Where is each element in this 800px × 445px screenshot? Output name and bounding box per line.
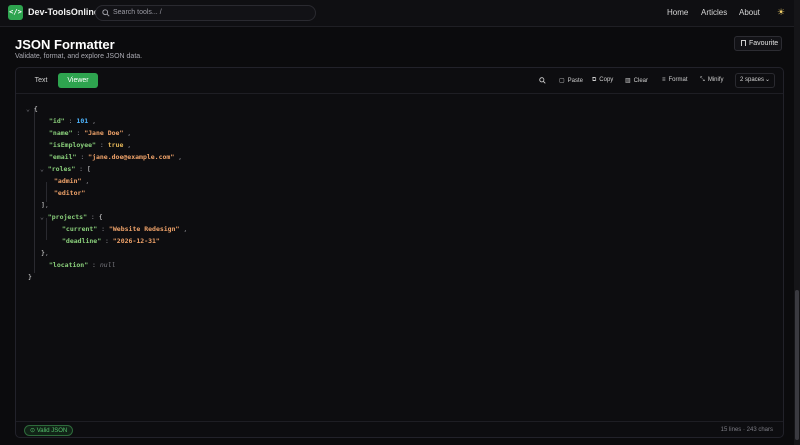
tree-row: "name" : "Jane Doe" , xyxy=(49,129,132,137)
search-icon xyxy=(102,9,110,17)
editor-toolbar: Text Viewer ▢ Paste ⧉ Copy ▥ Clear ≡ Format … xyxy=(16,68,783,94)
page-title: JSON Formatter xyxy=(15,37,115,52)
tree-row[interactable]: ⌄ "projects" : { xyxy=(40,212,103,223)
tree-row[interactable]: ⌄ { xyxy=(26,104,38,115)
search-placeholder: Search tools... / xyxy=(113,9,162,16)
tree-row: "editor" xyxy=(54,189,86,197)
tree-row: "id" : 101 , xyxy=(49,117,96,125)
tree-row: "admin" , xyxy=(54,177,90,185)
clear-button[interactable]: ▥ Clear xyxy=(625,77,648,84)
collapse-toggle-icon[interactable]: ⌄ xyxy=(40,213,44,221)
minify-button[interactable]: ⤡ Minify xyxy=(700,77,723,84)
tree-row: "deadline" : "2026-12-31" xyxy=(62,237,160,245)
nav-articles[interactable]: Articles xyxy=(701,8,727,17)
page-scrollbar[interactable] xyxy=(794,0,800,445)
collapse-toggle-icon[interactable]: ⌄ xyxy=(40,165,44,173)
trash-icon: ▥ xyxy=(625,78,631,84)
tree-row: }, xyxy=(41,249,49,257)
code-logo-icon[interactable]: </> xyxy=(8,5,23,20)
top-navigation-bar: </> Dev-ToolsOnline Search tools... / Ho… xyxy=(0,0,800,27)
json-viewer-panel: Text Viewer ▢ Paste ⧉ Copy ▥ Clear ≡ Format … xyxy=(15,67,784,438)
sun-icon[interactable]: ☀ xyxy=(777,8,786,17)
clipboard-icon: ▢ xyxy=(559,78,565,84)
copy-icon: ⧉ xyxy=(592,77,597,83)
search-icon[interactable] xyxy=(539,77,546,84)
tab-text[interactable]: Text xyxy=(26,74,56,88)
valid-json-badge: ⊙ Valid JSON xyxy=(24,425,74,436)
favourite-label: Favourite xyxy=(749,40,779,47)
tree-row: "isEmployee" : true , xyxy=(49,141,132,149)
status-bar: ⊙ Valid JSON 15 lines · 243 chars xyxy=(16,421,783,437)
collapse-toggle-icon[interactable]: ⌄ xyxy=(26,105,30,113)
tree-row: } xyxy=(28,273,32,281)
scrollbar-thumb[interactable] xyxy=(795,290,799,440)
nav-about[interactable]: About xyxy=(739,8,760,17)
tab-viewer[interactable]: Viewer xyxy=(58,73,98,88)
tree-row: "email" : "jane.doe@example.com" , xyxy=(49,153,183,161)
copy-button[interactable]: ⧉ Copy xyxy=(592,77,613,84)
chevron-down-icon: ⌄ xyxy=(764,77,770,83)
tree-row: ], xyxy=(41,201,49,209)
document-stats: 15 lines · 243 chars xyxy=(720,427,773,433)
tree-row[interactable]: ⌄ "roles" : [ xyxy=(40,164,91,175)
bookmark-icon xyxy=(741,40,746,46)
format-button[interactable]: ≡ Format xyxy=(662,77,688,83)
brand-name[interactable]: Dev-ToolsOnline xyxy=(28,7,99,17)
page-subtitle: Validate, format, and explore JSON data. xyxy=(15,53,143,60)
tree-row: "location" : null xyxy=(49,261,116,269)
align-left-icon: ≡ xyxy=(662,77,666,83)
tree-row: "current" : "Website Redesign" , xyxy=(62,225,188,233)
paste-button[interactable]: ▢ Paste xyxy=(559,77,583,84)
indent-guide xyxy=(34,108,35,273)
search-box[interactable]: Search tools... / xyxy=(95,5,316,21)
indent-select[interactable]: 2 spaces ⌄ xyxy=(735,73,775,88)
favourite-button[interactable]: Favourite xyxy=(734,36,782,51)
check-circle-icon: ⊙ xyxy=(30,428,36,434)
indent-guide xyxy=(46,182,47,202)
minimize-icon: ⤡ xyxy=(700,77,705,83)
nav-home[interactable]: Home xyxy=(667,8,688,17)
